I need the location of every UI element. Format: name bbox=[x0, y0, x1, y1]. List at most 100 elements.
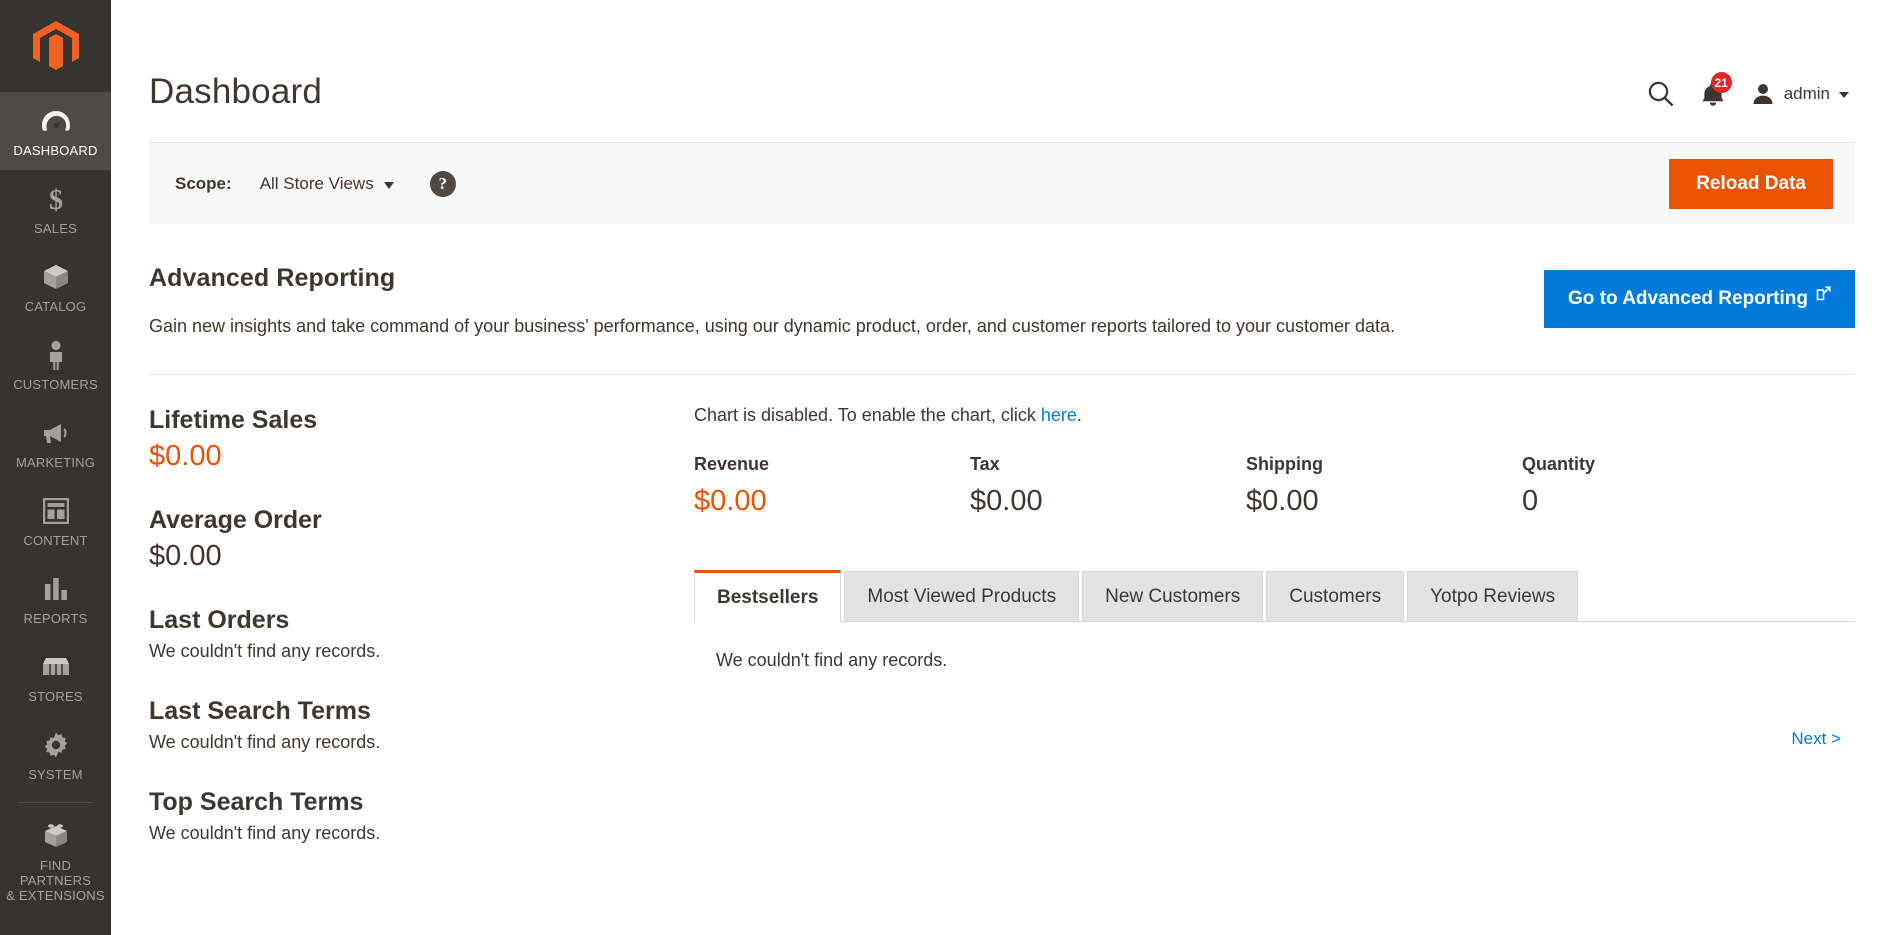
sidebar-item-stores[interactable]: STORES bbox=[0, 638, 111, 716]
tab-most-viewed-products[interactable]: Most Viewed Products bbox=[844, 571, 1080, 621]
sidebar-partners-label-line2: & EXTENSIONS bbox=[6, 888, 105, 903]
last-search-terms-block: Last Search Terms We couldn't find any r… bbox=[149, 696, 674, 753]
magento-logo[interactable] bbox=[0, 0, 111, 92]
total-label: Tax bbox=[970, 454, 1000, 474]
total-value: $0.00 bbox=[970, 485, 1043, 517]
tab-customers[interactable]: Customers bbox=[1266, 571, 1405, 621]
tab-panel-bestsellers: We couldn't find any records. Next > bbox=[694, 622, 1855, 749]
advanced-reporting-section: Advanced Reporting Gain new insights and… bbox=[149, 224, 1855, 375]
notifications-button[interactable]: 21 bbox=[1701, 72, 1732, 107]
lifetime-sales-block: Lifetime Sales $0.00 bbox=[149, 405, 674, 475]
total-label: Shipping bbox=[1246, 454, 1323, 474]
total-tax: Tax $0.00 bbox=[970, 454, 1246, 518]
pager: Next > bbox=[716, 671, 1855, 749]
chart-disabled-notice: Chart is disabled. To enable the chart, … bbox=[694, 405, 1855, 426]
sidebar-item-label: CONTENT bbox=[23, 533, 88, 548]
person-icon bbox=[46, 340, 66, 370]
next-page-link[interactable]: Next > bbox=[1791, 729, 1841, 748]
reload-data-button[interactable]: Reload Data bbox=[1669, 158, 1833, 209]
total-label: Quantity bbox=[1522, 454, 1596, 474]
advanced-reporting-description: Gain new insights and take command of yo… bbox=[149, 316, 1396, 336]
total-revenue: Revenue $0.00 bbox=[694, 454, 970, 518]
dashboard-body: Lifetime Sales $0.00 Average Order $0.00… bbox=[111, 405, 1893, 878]
sidebar-item-label: REPORTS bbox=[23, 611, 88, 626]
lifetime-sales-value: $0.00 bbox=[149, 440, 222, 472]
sidebar-item-label: SALES bbox=[34, 221, 77, 236]
scope-selected-value: All Store Views bbox=[259, 173, 374, 193]
sidebar-item-find-partners-extensions[interactable]: FIND PARTNERS & EXTENSIONS bbox=[0, 807, 111, 915]
total-quantity: Quantity 0 bbox=[1522, 454, 1798, 518]
question-mark-icon[interactable]: ? bbox=[429, 170, 456, 197]
tab-yotpo-reviews[interactable]: Yotpo Reviews bbox=[1407, 571, 1579, 621]
dashboard-tabs: Bestsellers Most Viewed Products New Cus… bbox=[694, 570, 1855, 622]
total-value: $0.00 bbox=[694, 485, 767, 517]
chart-notice-suffix: . bbox=[1076, 405, 1082, 425]
header-toolbar: 21 admin bbox=[1647, 72, 1849, 108]
sidebar-item-label: DASHBOARD bbox=[13, 143, 98, 158]
go-to-advanced-reporting-button[interactable]: Go to Advanced Reporting bbox=[1544, 270, 1855, 328]
tab-new-customers[interactable]: New Customers bbox=[1082, 571, 1264, 621]
dollar-sign-icon: $ bbox=[46, 184, 66, 214]
go-to-advanced-reporting-label: Go to Advanced Reporting bbox=[1568, 288, 1808, 309]
last-orders-block: Last Orders We couldn't find any records… bbox=[149, 605, 674, 662]
average-order-title: Average Order bbox=[149, 506, 322, 534]
primary-sidebar: DASHBOARD $ SALES CATALOG CUSTOMERS MARK… bbox=[0, 0, 111, 935]
totals-row: Revenue $0.00 Tax $0.00 Shipping $0.00 Q… bbox=[694, 454, 1855, 518]
sidebar-item-reports[interactable]: REPORTS bbox=[0, 560, 111, 638]
scope-bar: Scope: All Store Views ? Reload Data bbox=[149, 142, 1855, 224]
sidebar-item-marketing[interactable]: MARKETING bbox=[0, 404, 111, 482]
scope-label: Scope: bbox=[175, 173, 232, 193]
top-search-terms-block: Top Search Terms We couldn't find any re… bbox=[149, 787, 674, 844]
sidebar-item-label: STORES bbox=[28, 689, 83, 704]
bar-chart-icon bbox=[43, 574, 69, 604]
layout-window-icon bbox=[42, 496, 69, 526]
lifetime-sales-title: Lifetime Sales bbox=[149, 406, 318, 434]
top-search-terms-title: Top Search Terms bbox=[149, 788, 364, 816]
sidebar-item-customers[interactable]: CUSTOMERS bbox=[0, 326, 111, 404]
advanced-reporting-text: Advanced Reporting Gain new insights and… bbox=[149, 264, 1544, 338]
external-link-icon bbox=[1816, 285, 1831, 307]
lego-brick-icon bbox=[41, 821, 71, 851]
advanced-reporting-title: Advanced Reporting bbox=[149, 264, 396, 292]
sidebar-item-sales[interactable]: $ SALES bbox=[0, 170, 111, 248]
last-orders-title: Last Orders bbox=[149, 606, 290, 634]
sidebar-item-label: CATALOG bbox=[24, 299, 87, 314]
enable-chart-link[interactable]: here bbox=[1041, 405, 1077, 425]
dashboard-left-column: Lifetime Sales $0.00 Average Order $0.00… bbox=[149, 405, 694, 878]
account-name: admin bbox=[1783, 84, 1830, 103]
dashboard-right-column: Chart is disabled. To enable the chart, … bbox=[694, 405, 1855, 749]
sidebar-item-content[interactable]: CONTENT bbox=[0, 482, 111, 560]
megaphone-icon bbox=[41, 418, 71, 448]
sidebar-partners-label-line1: FIND PARTNERS bbox=[19, 858, 92, 888]
last-orders-empty: We couldn't find any records. bbox=[149, 641, 381, 661]
svg-text:$: $ bbox=[49, 185, 63, 214]
last-search-terms-title: Last Search Terms bbox=[149, 697, 371, 725]
sidebar-item-label: MARKETING bbox=[15, 455, 96, 470]
sidebar-item-label: SYSTEM bbox=[28, 767, 83, 782]
sidebar-divider bbox=[18, 802, 93, 803]
total-shipping: Shipping $0.00 bbox=[1246, 454, 1522, 518]
account-menu[interactable]: admin bbox=[1751, 82, 1849, 106]
admin-dashboard-page: DASHBOARD $ SALES CATALOG CUSTOMERS MARK… bbox=[0, 0, 1893, 935]
search-icon[interactable] bbox=[1647, 80, 1675, 108]
average-order-block: Average Order $0.00 bbox=[149, 505, 674, 575]
scope-store-view-select[interactable]: All Store Views bbox=[260, 174, 394, 194]
tab-bestsellers[interactable]: Bestsellers bbox=[694, 570, 842, 622]
dashboard-gauge-icon bbox=[41, 106, 71, 136]
main-content: Dashboard 21 admin Scope: All Store View… bbox=[111, 0, 1893, 935]
average-order-value: $0.00 bbox=[149, 540, 222, 572]
sidebar-item-system[interactable]: SYSTEM bbox=[0, 716, 111, 794]
box-icon bbox=[42, 262, 70, 292]
chart-notice-prefix: Chart is disabled. To enable the chart, … bbox=[694, 405, 1041, 425]
gear-icon bbox=[42, 730, 70, 760]
total-value: 0 bbox=[1522, 485, 1539, 517]
chevron-down-icon bbox=[1839, 92, 1849, 98]
sidebar-item-catalog[interactable]: CATALOG bbox=[0, 248, 111, 326]
chevron-down-icon bbox=[383, 181, 394, 189]
storefront-icon bbox=[41, 652, 71, 682]
last-search-terms-empty: We couldn't find any records. bbox=[149, 732, 381, 752]
sidebar-item-dashboard[interactable]: DASHBOARD bbox=[0, 92, 111, 170]
notifications-count-badge: 21 bbox=[1710, 72, 1732, 93]
user-avatar-icon bbox=[1753, 84, 1773, 104]
tab-panel-empty-message: We couldn't find any records. bbox=[716, 650, 948, 670]
